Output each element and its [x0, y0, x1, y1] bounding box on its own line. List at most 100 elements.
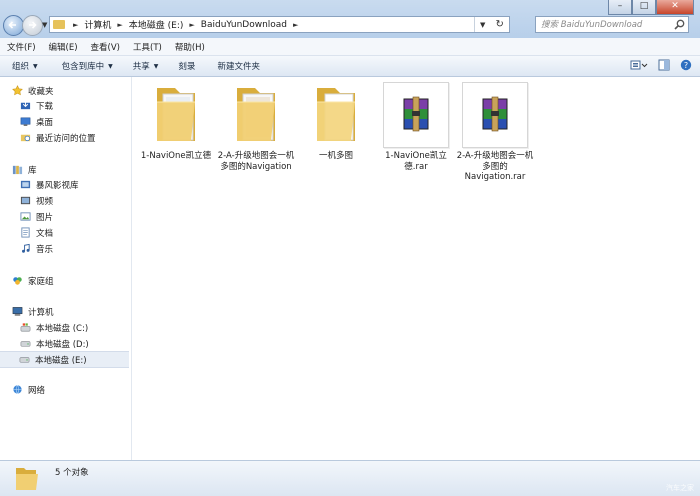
file-item-rar[interactable]: 1-NaviOne凯立德.rar [376, 82, 456, 172]
breadcrumb-separator[interactable]: ► [117, 21, 122, 29]
include-in-library-button[interactable]: 包含到库中 ▼ [62, 60, 113, 72]
folder-icon [16, 468, 38, 490]
nav-item-music[interactable]: 音乐 [20, 241, 53, 256]
folder-icon [53, 20, 65, 29]
nav-drive-c[interactable]: 本地磁盘 (C:) [20, 320, 88, 335]
burn-button[interactable]: 刻录 [178, 60, 195, 72]
menu-view[interactable]: 查看(V) [91, 41, 120, 53]
file-list-area: 1-NaviOne凯立德 2-A-升级地图会一机多图的Navigation 一机… [132, 77, 700, 460]
help-button[interactable]: ? [680, 59, 692, 74]
nav-item-videos[interactable]: 视频 [20, 193, 53, 208]
file-name: 1-NaviOne凯立德.rar [385, 151, 447, 172]
nav-drive-e[interactable]: 本地磁盘 (E:) [0, 351, 129, 368]
nav-label: 本地磁盘 (E:) [35, 355, 87, 366]
breadcrumb: ► 计算机 ► 本地磁盘 (E:) ► BaiduYunDownload ► [67, 17, 304, 32]
nav-item-recent-places[interactable]: 最近访问的位置 [20, 130, 96, 145]
nav-label: 下载 [36, 101, 54, 112]
documents-icon [21, 227, 30, 238]
folder-icon [223, 82, 289, 148]
breadcrumb-separator[interactable]: ► [293, 21, 298, 29]
file-item-folder[interactable]: 2-A-升级地图会一机多图的Navigation [216, 82, 296, 172]
watermark: 汽车之家 [666, 484, 694, 492]
folder-icon [303, 82, 369, 148]
preview-pane-button[interactable] [658, 59, 670, 74]
menu-help[interactable]: 帮助(H) [175, 41, 205, 53]
nav-network[interactable]: 网络 [12, 382, 45, 397]
refresh-button[interactable]: ↻ [496, 19, 504, 30]
nav-favorites-header[interactable]: 收藏夹 [12, 83, 54, 98]
drive-icon [20, 341, 31, 347]
address-dropdown-button[interactable]: ▼ [480, 21, 485, 29]
share-label: 共享 [132, 62, 150, 72]
homegroup-icon [13, 277, 22, 285]
nav-label: 音乐 [36, 244, 54, 255]
nav-drive-d[interactable]: 本地磁盘 (D:) [20, 336, 89, 351]
breadcrumb-separator[interactable]: ► [189, 21, 194, 29]
breadcrumb-separator[interactable]: ► [73, 21, 78, 29]
organize-button[interactable]: 组织 ▼ [12, 60, 38, 72]
change-view-button[interactable] [630, 59, 648, 74]
nav-computer-header[interactable]: 计算机 [12, 304, 54, 319]
nav-label: 视频 [36, 196, 54, 207]
library-icon [12, 165, 23, 175]
menu-bar: 文件(F) 编辑(E) 查看(V) 工具(T) 帮助(H) [0, 38, 700, 56]
address-actions: ▼ ↻ [474, 17, 509, 32]
help-icon: ? [680, 59, 692, 71]
back-button[interactable] [3, 15, 24, 36]
nav-label: 本地磁盘 (C:) [36, 323, 89, 334]
drive-icon [19, 357, 30, 363]
nav-libraries-header[interactable]: 库 [12, 162, 37, 177]
file-item-folder[interactable]: 一机多图 [296, 82, 376, 162]
nav-label: 暴风影视库 [36, 180, 79, 191]
menu-file[interactable]: 文件(F) [7, 41, 36, 53]
nav-label: 收藏夹 [28, 86, 54, 97]
navigation-pane: 收藏夹 下载 桌面 最近访问的位置 库 暴风影视库 视频 图片 文档 音乐 家庭… [0, 77, 132, 460]
nav-item-pictures[interactable]: 图片 [20, 209, 53, 224]
arrow-left-icon [8, 21, 16, 29]
minimize-button[interactable]: – [608, 0, 632, 15]
file-item-folder[interactable]: 1-NaviOne凯立德 [136, 82, 216, 162]
search-box [535, 16, 689, 33]
breadcrumb-drive-e[interactable]: 本地磁盘 (E:) [129, 18, 184, 31]
nav-item-documents[interactable]: 文档 [20, 225, 53, 240]
pictures-icon [20, 212, 31, 221]
new-folder-label: 新建文件夹 [217, 62, 260, 72]
share-button[interactable]: 共享 ▼ [133, 60, 159, 72]
breadcrumb-computer[interactable]: 计算机 [84, 18, 111, 31]
address-bar[interactable]: ► 计算机 ► 本地磁盘 (E:) ► BaiduYunDownload ► ▼… [49, 16, 510, 33]
command-toolbar: 组织 ▼ 包含到库中 ▼ 共享 ▼ 刻录 新建文件夹 ? [0, 56, 700, 77]
rar-archive-icon [383, 82, 449, 148]
star-icon [12, 85, 23, 96]
arrow-right-icon [29, 21, 37, 29]
nav-label: 库 [28, 165, 37, 176]
nav-item-baofeng-library[interactable]: 暴风影视库 [20, 177, 79, 192]
menu-edit[interactable]: 编辑(E) [49, 41, 78, 53]
menu-tools[interactable]: 工具(T) [133, 41, 162, 53]
nav-item-downloads[interactable]: 下载 [20, 98, 53, 113]
breadcrumb-baiduyundownload[interactable]: BaiduYunDownload [201, 20, 287, 30]
include-in-library-label: 包含到库中 [61, 62, 105, 72]
rar-archive-icon [462, 82, 528, 148]
video-library-icon [20, 180, 31, 189]
window-controls: – □ ✕ [608, 0, 694, 16]
recent-pages-dropdown[interactable]: ▼ [42, 21, 47, 29]
close-button[interactable]: ✕ [656, 0, 694, 15]
nav-label: 最近访问的位置 [36, 133, 96, 144]
maximize-button[interactable]: □ [632, 0, 656, 15]
forward-button[interactable] [22, 15, 43, 36]
chevron-down-icon: ▼ [108, 62, 113, 70]
title-bar: ▼ – □ ✕ ► 计算机 ► 本地磁盘 (E:) ► BaiduYunDown… [0, 0, 700, 38]
desktop-icon [20, 117, 31, 126]
status-bar: 5 个对象 汽车之家 [0, 460, 700, 496]
file-item-rar[interactable]: 2-A-升级地图会一机多图的Navigation.rar [455, 82, 535, 183]
burn-label: 刻录 [178, 62, 196, 72]
recent-places-icon [20, 134, 31, 142]
search-icon[interactable] [674, 19, 685, 30]
new-folder-button[interactable]: 新建文件夹 [217, 60, 260, 72]
nav-item-desktop[interactable]: 桌面 [20, 114, 53, 129]
organize-label: 组织 [12, 62, 30, 72]
nav-label: 文档 [36, 228, 54, 239]
nav-homegroup[interactable]: 家庭组 [12, 273, 54, 288]
search-input[interactable] [541, 18, 669, 32]
preview-pane-icon [658, 59, 670, 71]
